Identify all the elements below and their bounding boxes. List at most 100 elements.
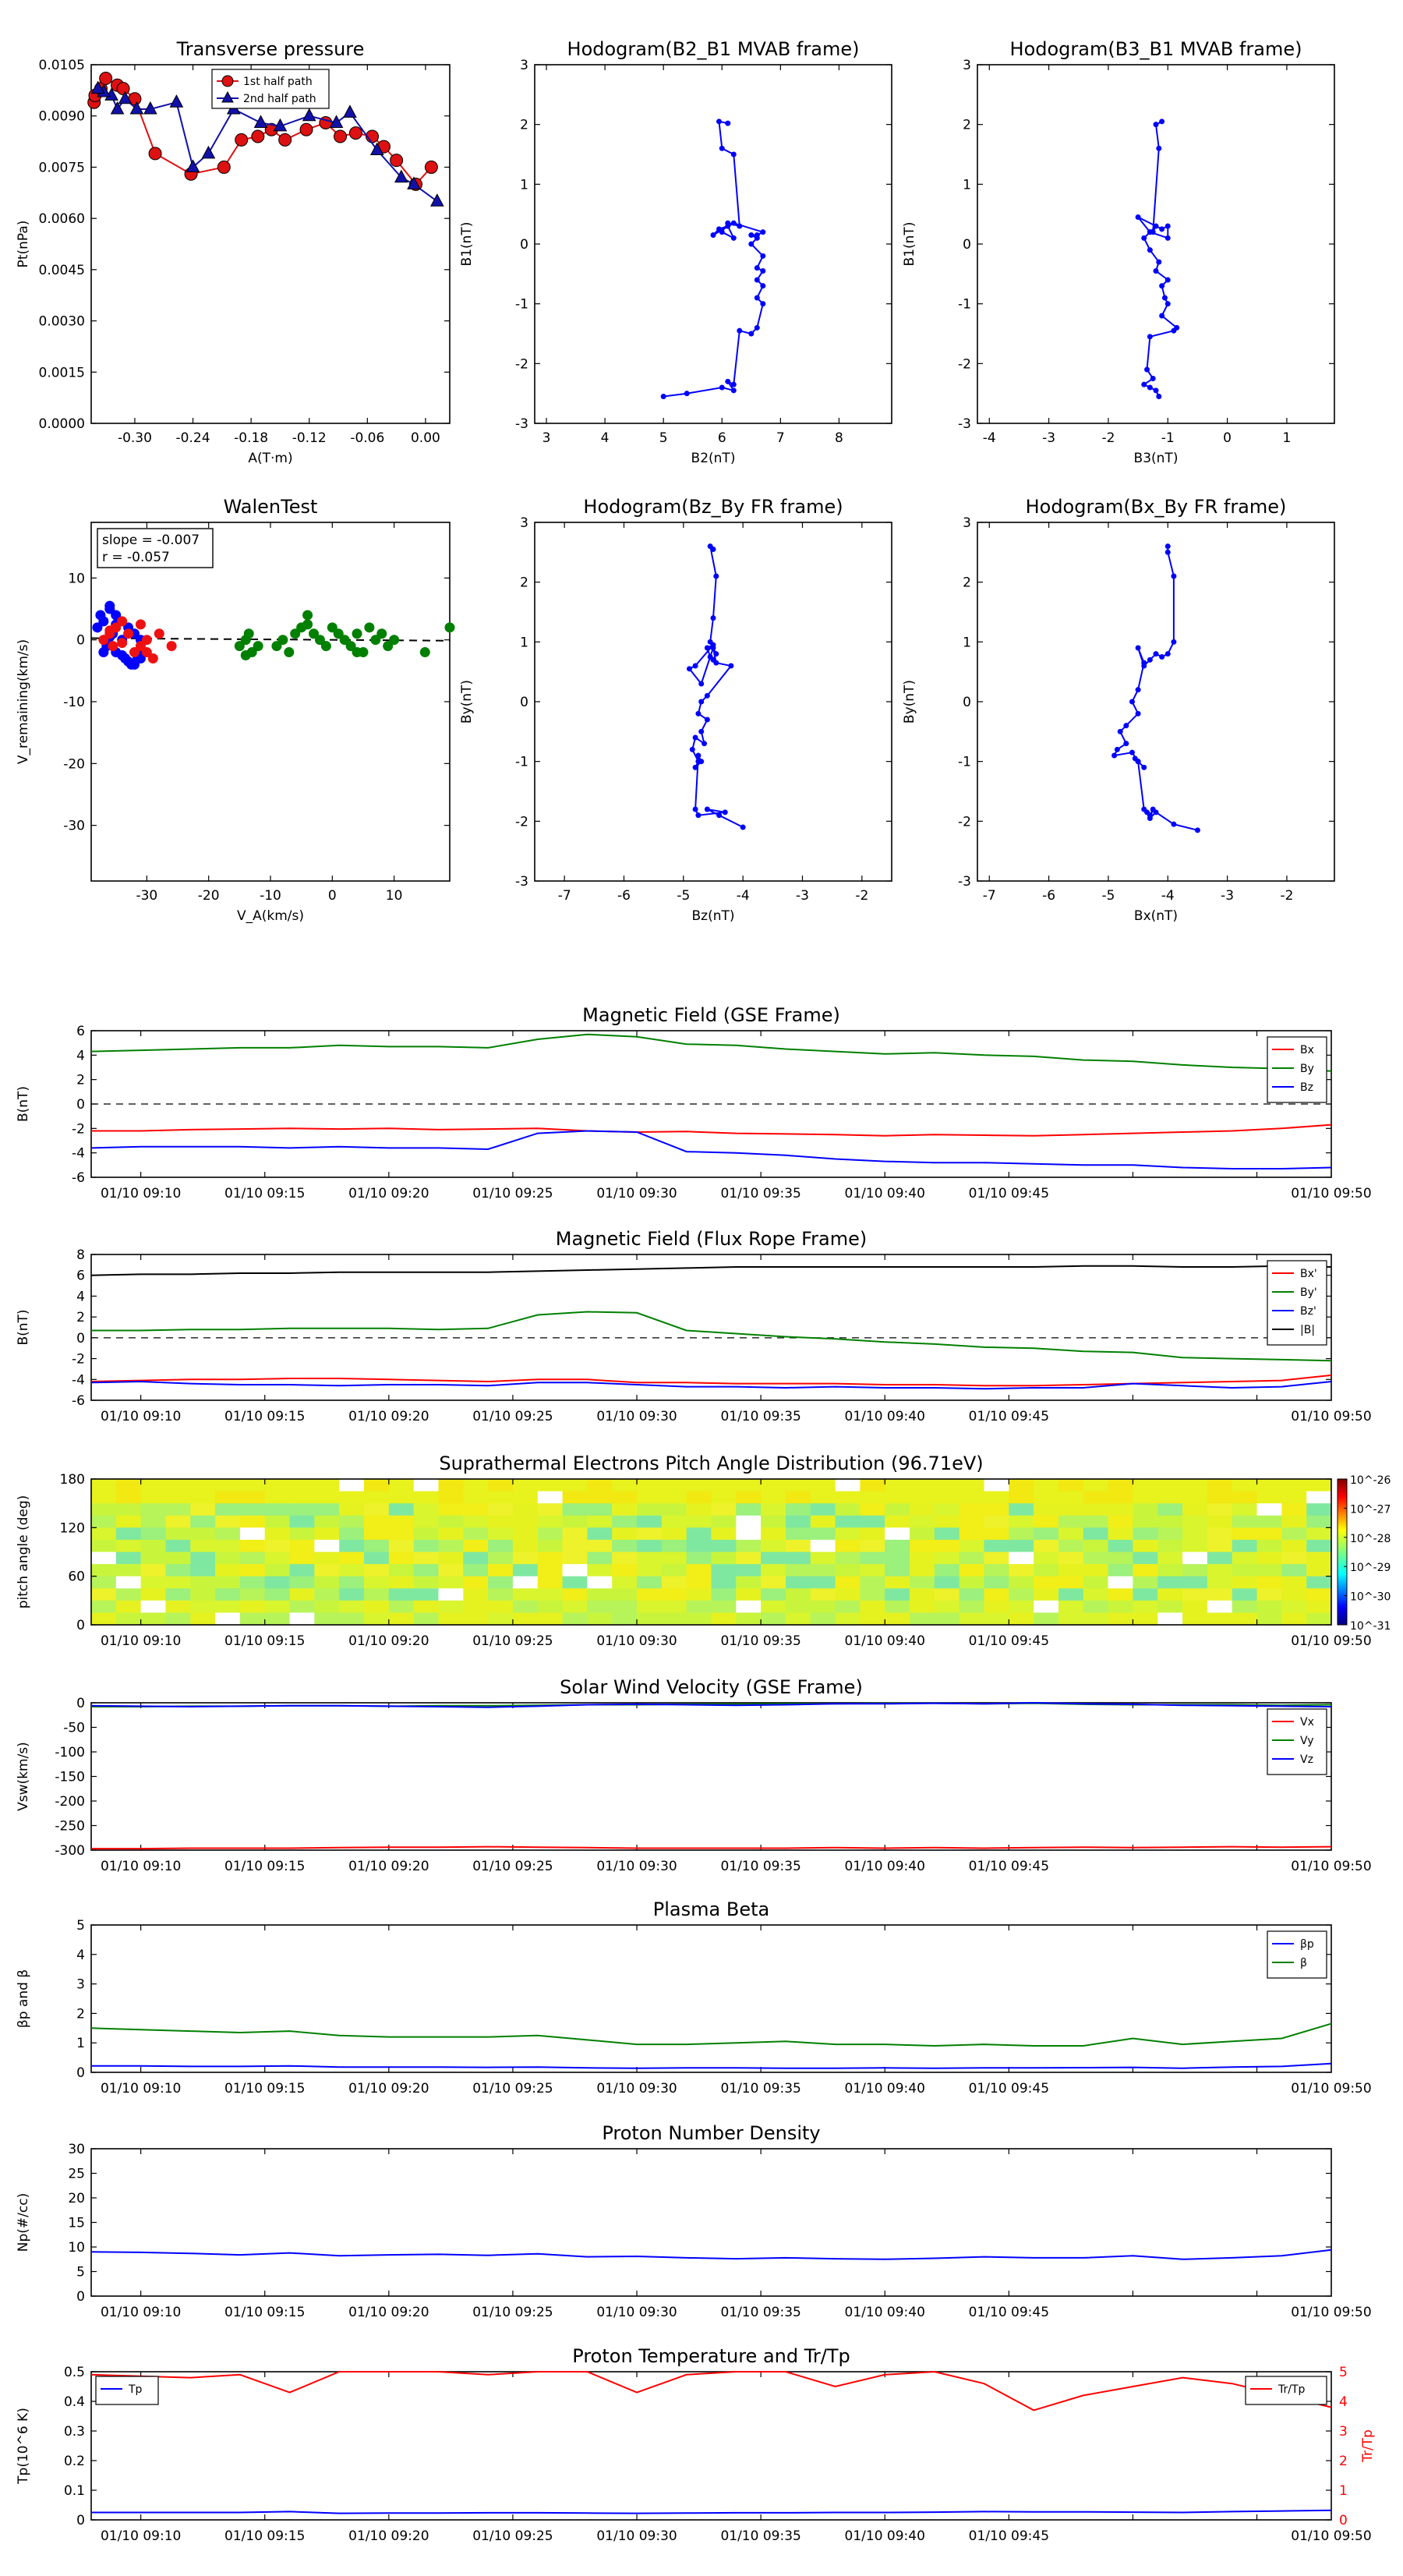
heatmap-cell <box>587 1539 613 1553</box>
data-point <box>116 82 130 96</box>
heatmap-cell <box>885 1527 910 1541</box>
data-point <box>117 638 128 649</box>
x-axis-label: Bx(nT) <box>1134 908 1178 924</box>
heatmap-cell <box>239 1503 266 1516</box>
heatmap-cell <box>1182 1503 1208 1516</box>
heatmap-cell <box>637 1588 663 1601</box>
heatmap-cell <box>910 1600 935 1613</box>
heatmap-cell <box>1157 1576 1183 1589</box>
heatmap-cell <box>711 1503 737 1516</box>
data-point <box>689 746 695 752</box>
right-y-tick-label: 3 <box>1339 2424 1348 2440</box>
heatmap-cell <box>215 1564 241 1577</box>
data-point <box>1153 651 1159 657</box>
x-tick-label: -3 <box>1221 888 1234 904</box>
heatmap-cell <box>264 1588 291 1601</box>
y-tick-label: 120 <box>60 1520 85 1536</box>
heatmap-cell <box>1281 1479 1307 1492</box>
heatmap-cell <box>1058 1479 1084 1492</box>
heatmap-cell <box>190 1491 216 1504</box>
heatmap-cell <box>488 1491 514 1504</box>
legend-label: βp <box>1300 1938 1314 1951</box>
heatmap-cell <box>190 1527 216 1541</box>
series-line-s0 <box>687 543 744 828</box>
heatmap-cell <box>637 1564 663 1577</box>
y-axis-label: B(nT) <box>16 1309 31 1345</box>
heatmap-cell <box>885 1491 910 1504</box>
heatmap-cell <box>1182 1527 1208 1541</box>
heatmap-cell <box>1058 1552 1084 1565</box>
heatmap-cell <box>910 1539 935 1553</box>
heatmap-cell <box>562 1552 588 1565</box>
heatmap-cell <box>1083 1552 1109 1565</box>
data-point <box>1135 710 1141 717</box>
y-tick-label: 2 <box>963 575 971 591</box>
x-tick-label: 01/10 09:10 <box>101 1186 181 1201</box>
heatmap-cell <box>115 1503 142 1516</box>
y-tick-label: 2 <box>76 1310 85 1325</box>
heatmap-cell <box>1157 1600 1183 1613</box>
y-tick-label: 1 <box>520 177 528 193</box>
heatmap-cell <box>537 1552 564 1565</box>
series-line-s1 <box>90 2022 1332 2047</box>
y-axis-label: B1(nT) <box>459 222 475 267</box>
heatmap-cell <box>314 1539 340 1553</box>
x-tick-label: 4 <box>601 430 610 446</box>
x-tick-label: -30 <box>136 888 157 904</box>
data-point <box>737 223 743 229</box>
heatmap-cell <box>910 1491 935 1504</box>
heatmap-cell <box>512 1576 539 1589</box>
heatmap-cell <box>736 1576 762 1589</box>
y-tick-label: 0.5 <box>64 2365 85 2380</box>
heatmap-cell <box>587 1564 613 1577</box>
heatmap-cell <box>1034 1479 1059 1492</box>
x-tick-label: 01/10 09:35 <box>720 2081 800 2097</box>
data-point <box>754 277 760 283</box>
heatmap-cell <box>686 1515 712 1528</box>
x-tick-label: 01/10 09:25 <box>472 2305 553 2320</box>
y-tick-label: 1 <box>520 635 528 650</box>
heatmap-cell <box>959 1539 985 1553</box>
x-tick-label: -4 <box>1161 888 1175 904</box>
heatmap-cell <box>364 1564 390 1577</box>
heatmap-cell <box>388 1588 415 1601</box>
data-point <box>352 628 362 639</box>
y-tick-label: 0 <box>76 633 85 649</box>
heatmap-cell <box>1108 1588 1133 1601</box>
colorbar <box>1337 1478 1348 1626</box>
panel-hodogram-bz-by: Hodogram(Bz_By FR frame) -3 -2 -1 0 1 2 3 -7 -6 -5… <box>459 496 892 924</box>
heatmap-cell <box>1157 1539 1183 1553</box>
heatmap-cell <box>736 1612 762 1626</box>
heatmap-cell <box>761 1491 786 1504</box>
heatmap-cell <box>165 1491 191 1504</box>
x-axis-label: B2(nT) <box>691 451 736 466</box>
heatmap-cell <box>140 1576 166 1589</box>
heatmap-cell <box>1058 1564 1084 1577</box>
y-tick-label: -2 <box>958 814 971 830</box>
heatmap-cell <box>1058 1491 1084 1504</box>
y-tick-label: -1 <box>958 755 971 770</box>
data-point <box>444 622 455 633</box>
heatmap-cell <box>562 1600 588 1613</box>
heatmap-cell <box>860 1600 885 1613</box>
y-axis-label: B1(nT) <box>902 222 917 267</box>
heatmap-cell <box>562 1539 588 1553</box>
heatmap-cell <box>761 1503 786 1516</box>
heatmap-cell <box>364 1588 390 1601</box>
heatmap-cell <box>810 1539 836 1553</box>
heatmap-cell <box>1108 1564 1133 1577</box>
x-tick-label: 0.00 <box>411 430 440 446</box>
y-tick-label: 0 <box>76 2513 85 2528</box>
data-point <box>343 104 357 118</box>
data-point <box>1147 334 1153 340</box>
y-tick-label: -6 <box>72 1393 85 1409</box>
heatmap-cell <box>637 1600 663 1613</box>
data-point <box>1159 283 1165 289</box>
heatmap-cell <box>91 1576 117 1589</box>
heatmap-cell <box>512 1588 539 1601</box>
heatmap-cell <box>190 1539 216 1553</box>
x-tick-label: -4 <box>983 430 996 446</box>
heatmap-cell <box>984 1527 1009 1541</box>
data-point <box>284 647 295 658</box>
heatmap-cell <box>810 1479 836 1492</box>
